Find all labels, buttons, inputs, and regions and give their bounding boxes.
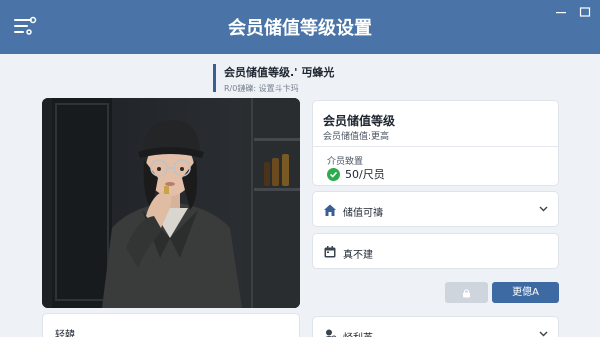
update-button[interactable]: 更傯A	[492, 282, 559, 303]
section-heading: 会员储值等级.' 丏蜂光 R/0鏈礫: 设置斗卞玛	[213, 64, 335, 93]
check-circle-icon	[327, 167, 340, 181]
section-title: 会员储值等级.' 丏蜂光	[224, 66, 335, 79]
disabled-button[interactable]	[445, 282, 488, 303]
row-stored-value[interactable]: 储值可禱	[312, 191, 559, 227]
level-card-subtitle: 会员储值值:更高	[323, 132, 390, 142]
section-description: R/0鏈礫: 设置斗卞玛	[224, 84, 299, 93]
divider	[313, 146, 558, 147]
minimize-icon[interactable]	[554, 6, 568, 18]
page-title: 会员储值等级设置	[228, 18, 372, 39]
level-card-title: 会员储值等级	[323, 114, 396, 128]
chevron-down-icon[interactable]	[539, 206, 548, 212]
bottom-left-label: 轻韓	[55, 330, 75, 337]
settings-menu-icon[interactable]	[12, 13, 38, 39]
person-photo	[42, 98, 300, 308]
app-window: 会员储值等级设置 会员储值等级.' 丏蜂光 R/0鏈礫: 设置斗卞玛 会员储值等…	[0, 0, 600, 337]
lock-icon	[463, 288, 470, 297]
user-icon	[325, 329, 337, 337]
bottom-left-card[interactable]: 轻韓	[42, 313, 300, 337]
row-benefits[interactable]: 烃利茧	[312, 316, 559, 337]
chevron-down-icon[interactable]	[539, 331, 548, 337]
header-bar: 会员储值等级设置	[0, 0, 600, 54]
maximize-icon[interactable]	[578, 6, 592, 18]
field-value: 50/尺员	[345, 168, 385, 181]
row-label: 真不建	[343, 250, 373, 261]
field-value-row: 50/尺员	[327, 166, 385, 182]
row-setting[interactable]: 真不建	[312, 233, 559, 269]
row-label: 储值可禱	[343, 208, 383, 219]
home-icon	[324, 204, 336, 216]
calendar-icon	[324, 246, 336, 258]
row-label: 烃利茧	[343, 329, 373, 337]
member-level-card: 会员储值等级 会员储值值:更高 介员致置 50/尺员	[312, 100, 559, 186]
window-controls	[554, 6, 592, 18]
